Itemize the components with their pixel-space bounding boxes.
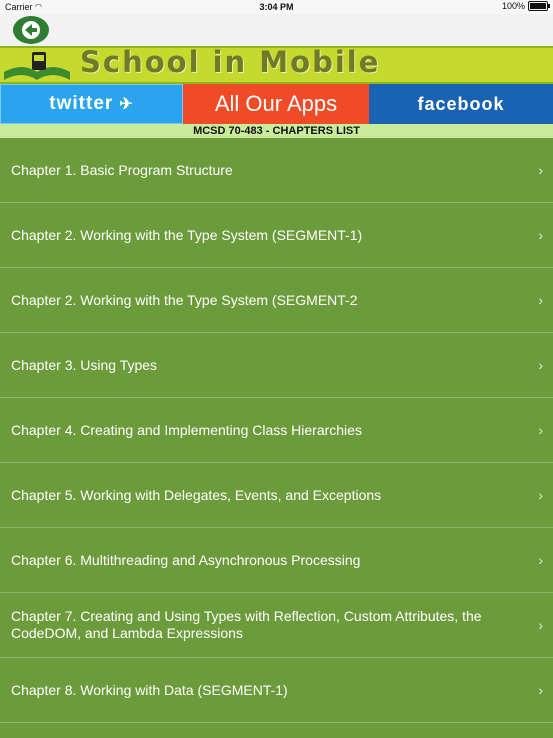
battery-percent: 100% <box>501 1 525 11</box>
nav-bar <box>0 14 553 46</box>
chapter-label: Chapter 2. Working with the Type System … <box>11 291 358 308</box>
back-arrow-icon <box>22 21 40 39</box>
list-header: MCSD 70-483 - CHAPTERS LIST <box>0 124 553 138</box>
school-logo-icon <box>4 52 70 80</box>
banner-title: School in Mobile <box>80 45 381 79</box>
chapter-label: Chapter 7. Creating and Using Types with… <box>11 608 482 641</box>
chevron-right-icon: › <box>538 162 543 178</box>
back-button[interactable] <box>13 16 49 44</box>
all-apps-button[interactable]: All Our Apps <box>183 84 369 124</box>
chapter-label: Chapter 2. Working with the Type System … <box>11 226 363 243</box>
chapter-row[interactable]: Chapter 8. Working with Data (SEGMENT-1)… <box>0 658 553 723</box>
chevron-right-icon: › <box>538 227 543 243</box>
facebook-button[interactable]: facebook <box>369 84 553 124</box>
chapter-label: Chapter 6. Multithreading and Asynchrono… <box>11 551 361 568</box>
chapter-row[interactable]: Chapter 7. Creating and Using Types with… <box>0 593 553 658</box>
battery-icon <box>528 1 550 11</box>
chapter-list: Chapter 1. Basic Program Structure › Chap… <box>0 138 553 723</box>
chevron-right-icon: › <box>538 487 543 503</box>
chevron-right-icon: › <box>538 357 543 373</box>
chevron-right-icon: › <box>538 682 543 698</box>
chapter-row[interactable]: Chapter 2. Working with the Type System … <box>0 203 553 268</box>
chapter-row[interactable]: Chapter 5. Working with Delegates, Event… <box>0 463 553 528</box>
chapter-label: Chapter 1. Basic Program Structure <box>11 161 233 178</box>
chapter-label: Chapter 8. Working with Data (SEGMENT-1) <box>11 681 288 698</box>
twitter-label: twitter <box>49 93 114 114</box>
chevron-right-icon: › <box>538 422 543 438</box>
app-banner: School in Mobile <box>0 45 553 84</box>
chapter-label: Chapter 3. Using Types <box>11 356 158 373</box>
chapter-label: Chapter 5. Working with Delegates, Event… <box>11 486 382 503</box>
clock: 3:04 PM <box>259 2 294 12</box>
chapter-row[interactable]: Chapter 1. Basic Program Structure › <box>0 138 553 203</box>
all-apps-label: All Our Apps <box>214 91 338 116</box>
chapter-label: Chapter 4. Creating and Implementing Cla… <box>11 421 362 438</box>
chevron-right-icon: › <box>538 292 543 308</box>
status-bar: Carrier ◠ 3:04 PM 100% <box>0 0 553 14</box>
twitter-button[interactable]: twitter ✈ <box>0 84 183 124</box>
battery-indicator: 100% <box>501 1 550 11</box>
chapter-row[interactable]: Chapter 2. Working with the Type System … <box>0 268 553 333</box>
twitter-bird-icon: ✈ <box>119 96 134 113</box>
facebook-label: facebook <box>417 93 505 114</box>
social-bar: twitter ✈ All Our Apps facebook <box>0 84 553 124</box>
chapter-row[interactable]: Chapter 4. Creating and Implementing Cla… <box>0 398 553 463</box>
chapter-row[interactable]: Chapter 3. Using Types › <box>0 333 553 398</box>
chapter-row[interactable]: Chapter 6. Multithreading and Asynchrono… <box>0 528 553 593</box>
chevron-right-icon: › <box>538 617 543 633</box>
chevron-right-icon: › <box>538 552 543 568</box>
